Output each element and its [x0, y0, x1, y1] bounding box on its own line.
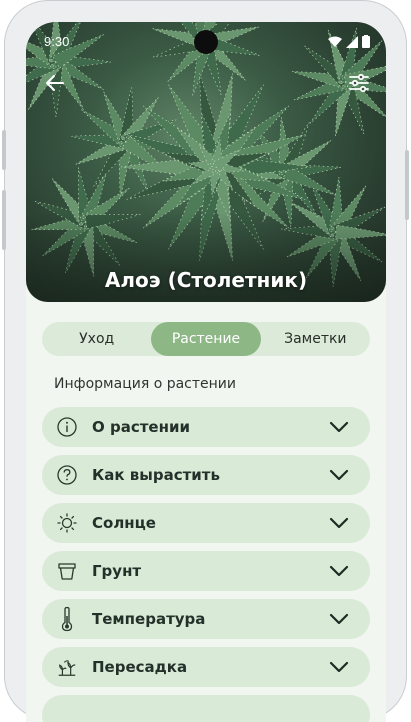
sun-icon: [56, 512, 78, 534]
accordion-label: О растении: [92, 418, 190, 436]
accordion-soil[interactable]: Грунт: [42, 551, 370, 591]
app-screen: Алоэ (Столетник) 9:30 Уход Растение Заме…: [26, 22, 386, 722]
back-button[interactable]: [42, 70, 68, 96]
phone-side-button: [2, 130, 6, 170]
chevron-down-icon: [329, 469, 349, 481]
tab-care[interactable]: Уход: [42, 322, 151, 356]
front-camera: [194, 30, 218, 54]
chevron-down-icon: [329, 517, 349, 529]
chevron-down-icon: [329, 421, 349, 433]
accordion-label: Пересадка: [92, 658, 188, 676]
pot-icon: [56, 560, 78, 582]
phone-side-button: [405, 150, 409, 220]
accordion-more[interactable]: [42, 695, 370, 722]
thermometer-icon: [56, 606, 78, 632]
chevron-down-icon: [329, 565, 349, 577]
chevron-down-icon: [329, 661, 349, 673]
accordion-transplant[interactable]: Пересадка: [42, 647, 370, 687]
accordion-label: Грунт: [92, 562, 142, 580]
tab-bar: Уход Растение Заметки: [42, 322, 370, 356]
battery-icon: [362, 35, 370, 48]
accordion-label: Солнце: [92, 514, 156, 532]
signal-icon: [346, 35, 358, 48]
accordion-how-to-grow[interactable]: Как вырастить: [42, 455, 370, 495]
chevron-down-icon: [329, 613, 349, 625]
settings-button[interactable]: [346, 70, 372, 96]
info-icon: [56, 416, 78, 438]
question-icon: [56, 464, 78, 486]
transplant-icon: [56, 656, 78, 678]
accordion-temperature[interactable]: Температура: [42, 599, 370, 639]
accordion-sun[interactable]: Солнце: [42, 503, 370, 543]
arrow-left-icon: [46, 75, 64, 91]
wifi-icon: [328, 36, 342, 47]
phone-side-button: [2, 190, 6, 250]
tab-notes[interactable]: Заметки: [261, 322, 370, 356]
sliders-icon: [349, 73, 369, 93]
accordion-label: Как вырастить: [92, 466, 220, 484]
accordion-label: Температура: [92, 610, 206, 628]
tab-plant[interactable]: Растение: [151, 322, 261, 356]
plant-hero-image: Алоэ (Столетник): [26, 22, 386, 302]
status-time: 9:30: [44, 34, 70, 49]
plant-title: Алоэ (Столетник): [104, 268, 308, 292]
section-title: Информация о растении: [54, 376, 236, 392]
accordion-about[interactable]: О растении: [42, 407, 370, 447]
